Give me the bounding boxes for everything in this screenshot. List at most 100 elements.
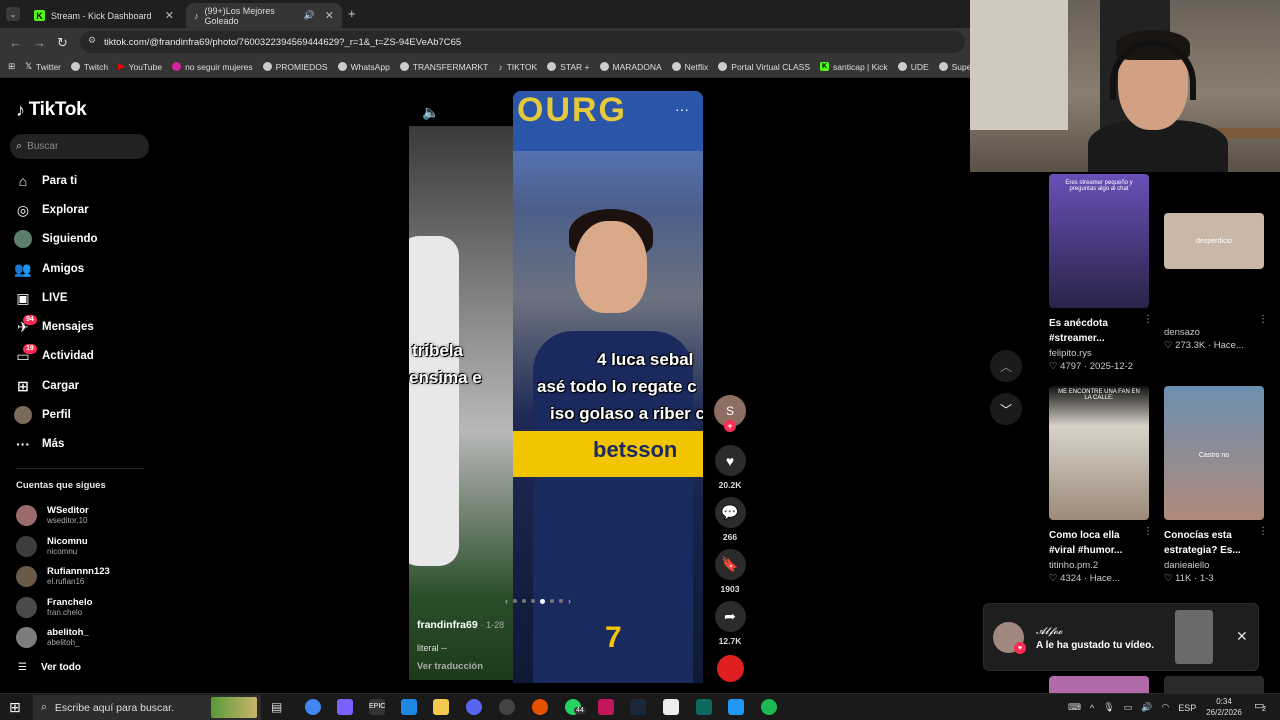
app-icon[interactable] bbox=[532, 699, 548, 715]
nav-cargar[interactable]: ⊞ Cargar bbox=[14, 374, 79, 398]
video-card[interactable]: Eres streamer pequeño y preguntas algo a… bbox=[1049, 174, 1153, 372]
tab-tiktok[interactable]: ♪ (99+)Los Mejores Goleado 🔊 ✕ bbox=[186, 3, 342, 28]
share-action[interactable]: ➦ 12.7K bbox=[714, 601, 746, 646]
close-tab-icon[interactable]: ✕ bbox=[165, 9, 174, 22]
bookmark-netflix[interactable]: Netflix bbox=[671, 62, 708, 72]
following-account[interactable]: WSeditor wseditor.10 bbox=[16, 502, 89, 528]
shield-icon[interactable] bbox=[728, 699, 744, 715]
nav-amigos[interactable]: 👥 Amigos bbox=[14, 257, 84, 281]
previous-slide-image[interactable]: tribela ensima e bbox=[409, 126, 513, 680]
more-options-icon[interactable]: ⋮ bbox=[1258, 526, 1268, 537]
nav-actividad[interactable]: ▭ 19 Actividad bbox=[14, 344, 94, 368]
video-card[interactable]: Castro no Conocías esta estrategia? Es...… bbox=[1164, 386, 1268, 584]
speaker-icon[interactable]: 🔊 bbox=[304, 10, 315, 21]
obs-icon[interactable] bbox=[499, 699, 515, 715]
music-disc-icon[interactable] bbox=[717, 655, 744, 682]
bookmark-maradona[interactable]: MARADONA bbox=[599, 62, 662, 72]
bookmark-portal-virtual[interactable]: Portal Virtual CLASS bbox=[718, 62, 810, 72]
post-author[interactable]: frandinfra69 · 1-28 bbox=[417, 619, 504, 631]
slide-dot[interactable] bbox=[513, 599, 517, 603]
following-account[interactable]: Franchelo fran.chelo bbox=[16, 594, 92, 620]
url-field[interactable]: ⚙ tiktok.com/@frandinfra69/photo/7600322… bbox=[80, 31, 965, 53]
nav-live[interactable]: ▣ LIVE bbox=[14, 286, 67, 310]
share-icon[interactable]: ➦ bbox=[714, 601, 746, 632]
nav-mensajes[interactable]: ✈ 94 Mensajes bbox=[14, 315, 94, 339]
video-author[interactable]: densazo bbox=[1164, 327, 1264, 338]
heart-icon[interactable]: ♥ bbox=[714, 445, 746, 476]
microphone-icon[interactable]: 🎙 bbox=[1103, 702, 1114, 713]
close-tab-icon[interactable]: ✕ bbox=[325, 9, 334, 22]
slide-dot[interactable] bbox=[540, 598, 545, 604]
previous-post-button[interactable]: ︿ bbox=[990, 350, 1022, 382]
volume-icon[interactable]: 🔊 bbox=[1141, 702, 1152, 713]
tab-list-button[interactable]: ⌄ bbox=[6, 7, 20, 21]
back-icon[interactable]: ← bbox=[9, 35, 22, 50]
bookmark-super[interactable]: Super bbox=[938, 62, 970, 72]
video-card[interactable]: desperdicio ⋮ densazo ♡ 273.3K · Hace... bbox=[1164, 213, 1268, 351]
language-indicator[interactable]: ESP bbox=[1178, 703, 1196, 713]
video-card[interactable]: ME ENCONTRE UNA FAN EN LA CALLE: Como lo… bbox=[1049, 386, 1153, 584]
following-account[interactable]: abelitoh_ abelitoh_ bbox=[16, 624, 89, 650]
forward-icon[interactable]: → bbox=[33, 35, 46, 50]
bookmark-promiedos[interactable]: PROMIEDOS bbox=[262, 62, 328, 72]
windows-start-icon[interactable]: ⊞ bbox=[9, 699, 21, 716]
bookmark-whatsapp[interactable]: WhatsApp bbox=[337, 62, 390, 72]
comment-icon[interactable]: 💬 bbox=[714, 497, 746, 528]
like-action[interactable]: ♥ 20.2K bbox=[714, 445, 746, 490]
nav-perfil[interactable]: Perfil bbox=[14, 403, 71, 427]
taskbar-search[interactable]: ⌕ Escribe aquí para buscar. bbox=[33, 695, 261, 720]
epic-games-icon[interactable]: EPIC bbox=[369, 699, 385, 715]
nav-siguiendo[interactable]: Siguiendo bbox=[14, 227, 98, 251]
prev-slide-icon[interactable]: ‹ bbox=[505, 596, 508, 606]
app-icon[interactable] bbox=[598, 699, 614, 715]
file-explorer-icon[interactable] bbox=[433, 699, 449, 715]
capcut-icon[interactable] bbox=[663, 699, 679, 715]
search-input[interactable]: ⌕ Buscar bbox=[10, 134, 149, 159]
tiktok-logo[interactable]: ♪ TikTok bbox=[16, 99, 87, 121]
video-author[interactable]: danieaiello bbox=[1164, 560, 1264, 571]
nav-mas[interactable]: ··· Más bbox=[14, 432, 64, 456]
more-options-icon[interactable]: ··· bbox=[675, 101, 689, 117]
bookmark-ude[interactable]: UDE bbox=[897, 62, 929, 72]
nav-explorar[interactable]: ◎ Explorar bbox=[14, 198, 89, 222]
nav-para-ti[interactable]: ⌂ Para ti bbox=[14, 169, 77, 193]
bookmark-twitter[interactable]: 𝕏 Twitter bbox=[25, 61, 61, 72]
steam-icon[interactable] bbox=[630, 699, 646, 715]
copilot-icon[interactable] bbox=[337, 699, 353, 715]
next-slide-icon[interactable]: › bbox=[568, 596, 571, 606]
slide-dot[interactable] bbox=[550, 599, 554, 603]
apps-icon[interactable]: ⊞ bbox=[8, 61, 15, 72]
wifi-icon[interactable]: ◠ bbox=[1161, 702, 1169, 713]
bookmark-transfermarkt[interactable]: TRANSFERMARKT bbox=[399, 62, 488, 72]
video-thumbnail[interactable] bbox=[1164, 676, 1264, 693]
video-author[interactable]: titinho.pm.2 bbox=[1049, 560, 1149, 571]
keyboard-icon[interactable]: ⌨ bbox=[1068, 702, 1081, 713]
bookmark-tiktok[interactable]: ♪ TIKTOK bbox=[498, 62, 537, 72]
chevron-up-icon[interactable]: ^ bbox=[1090, 703, 1094, 713]
taskbar-clock[interactable]: 0:34 26/2/2026 bbox=[1204, 696, 1244, 718]
bookmark-youtube[interactable]: ▶ YouTube bbox=[118, 61, 162, 72]
see-all-link[interactable]: ☰ Ver todo bbox=[18, 655, 81, 679]
chrome-icon[interactable] bbox=[305, 699, 321, 715]
next-post-button[interactable]: ﹀ bbox=[990, 393, 1022, 425]
mail-icon[interactable] bbox=[401, 699, 417, 715]
bookmark-twitch[interactable]: Twitch bbox=[71, 62, 108, 72]
site-info-icon[interactable]: ⚙ bbox=[88, 35, 96, 46]
like-notification[interactable]: ♥ 𝓐𝓵𝓯𝓸𝓸 A le ha gustado tu vídeo. ✕ bbox=[983, 603, 1259, 671]
video-author[interactable]: felipito.rys bbox=[1049, 348, 1149, 359]
app-icon[interactable] bbox=[696, 699, 712, 715]
video-thumbnail[interactable] bbox=[1049, 676, 1149, 693]
translate-link[interactable]: Ver traducción bbox=[417, 661, 483, 672]
task-view-icon[interactable]: ▤ bbox=[271, 700, 282, 714]
more-options-icon[interactable]: ⋮ bbox=[1143, 526, 1153, 537]
volume-icon[interactable]: 🔈 bbox=[422, 104, 439, 121]
bookmark-instagram[interactable]: no seguir mujeres bbox=[172, 62, 253, 72]
slide-dot[interactable] bbox=[559, 599, 563, 603]
tab-kick-dashboard[interactable]: K Stream - Kick Dashboard ✕ bbox=[26, 3, 182, 28]
close-notification-button[interactable]: ✕ bbox=[1236, 628, 1248, 645]
slide-dot[interactable] bbox=[522, 599, 526, 603]
bookmark-star-plus[interactable]: STAR + bbox=[547, 62, 590, 72]
bookmark-kick[interactable]: Ksanticap | Kick bbox=[820, 62, 888, 72]
more-options-icon[interactable]: ⋮ bbox=[1258, 314, 1268, 325]
discord-icon[interactable] bbox=[466, 699, 482, 715]
